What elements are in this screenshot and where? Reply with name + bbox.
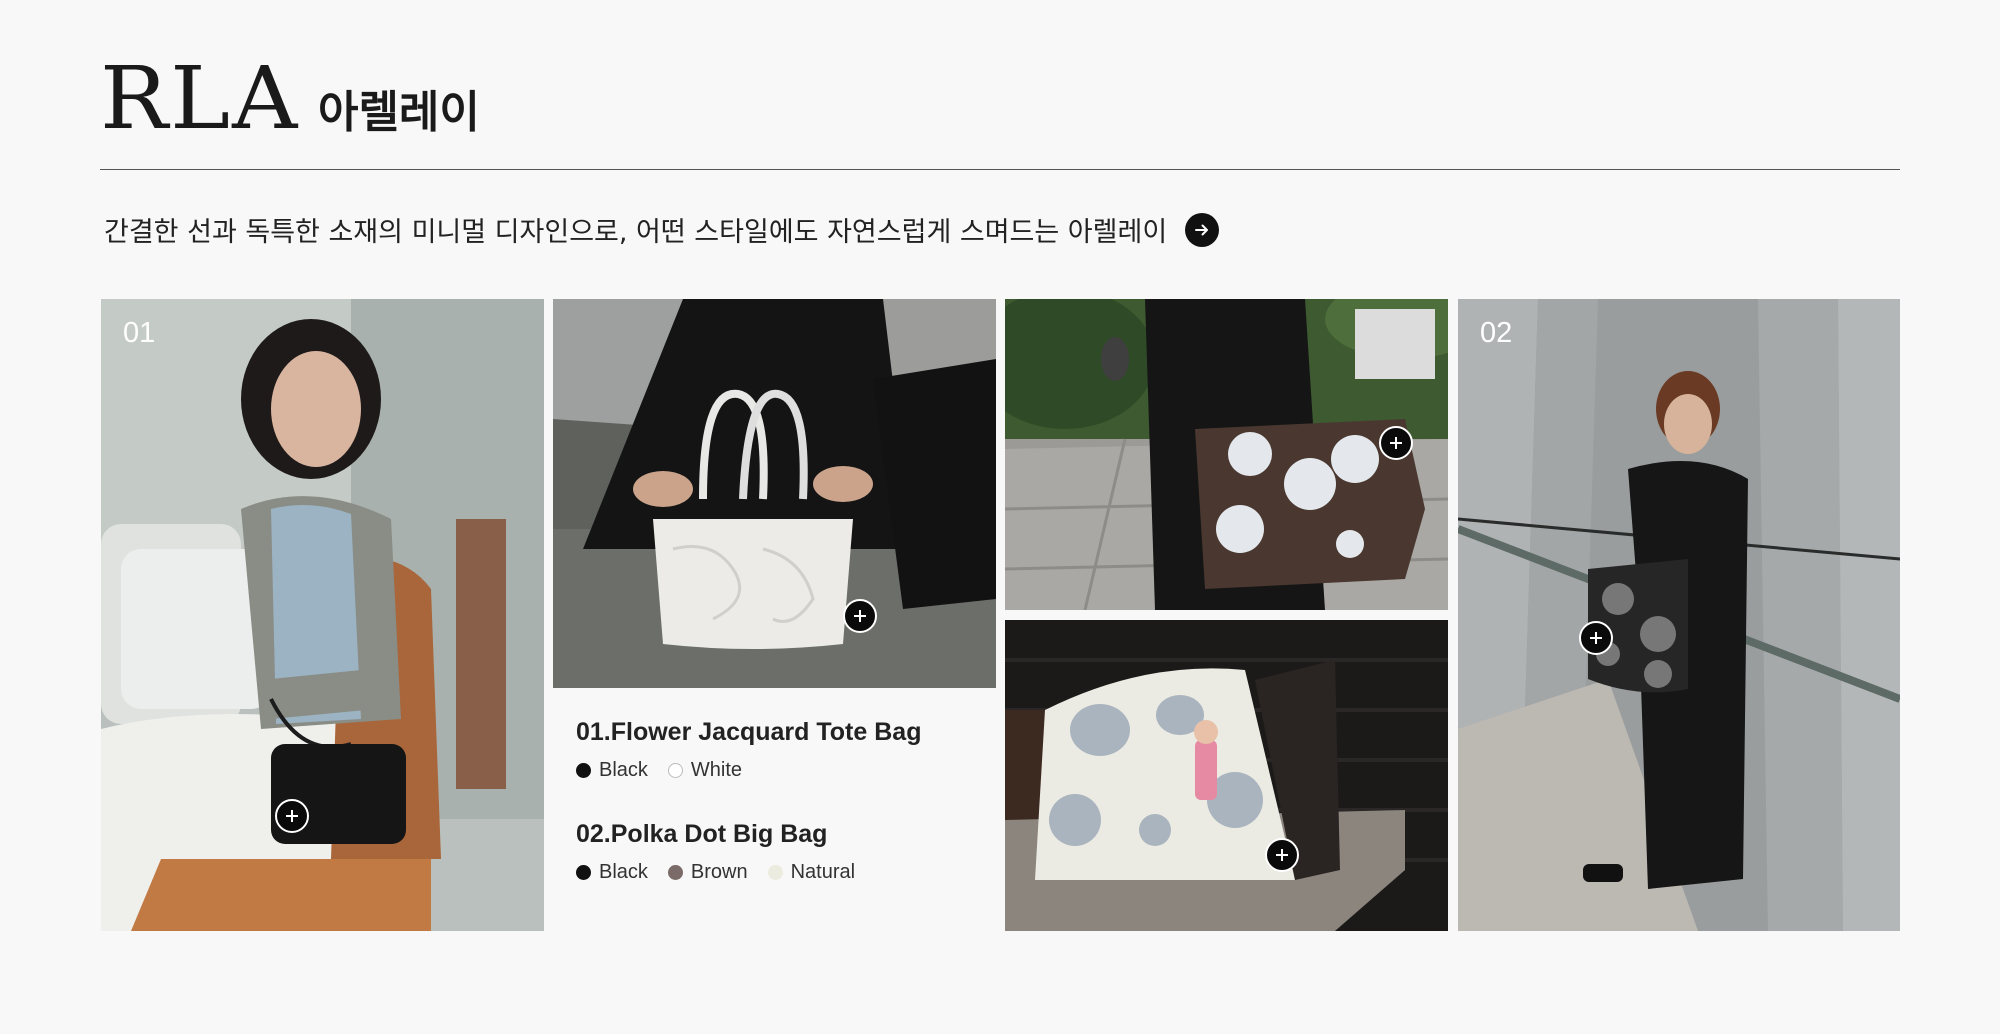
brand-header: RLA 아렐레이 [100, 56, 480, 142]
color-swatch [576, 763, 591, 778]
product-item[interactable]: 01.Flower Jacquard Tote Bag Black White [576, 718, 976, 782]
lookbook-photo-2[interactable] [553, 299, 996, 688]
product-title[interactable]: 01.Flower Jacquard Tote Bag [576, 718, 976, 747]
color-options: Black White [576, 759, 976, 782]
color-option-black[interactable]: Black [576, 759, 648, 782]
plus-icon [1590, 632, 1602, 644]
header-divider [100, 169, 1900, 170]
arrow-right-icon [1195, 224, 1209, 235]
color-label: Natural [790, 861, 856, 883]
color-option-black[interactable]: Black [576, 861, 648, 884]
brand-name: 아렐레이 [317, 87, 480, 138]
color-label: Black [599, 759, 648, 781]
color-label: Brown [690, 861, 748, 883]
photo-natural-polka-bag [1005, 620, 1448, 931]
photo-brown-polka-bag [1005, 299, 1448, 610]
lookbook-photo-4[interactable] [1005, 620, 1448, 931]
product-title[interactable]: 02.Polka Dot Big Bag [576, 820, 976, 849]
tagline-row: 간결한 선과 독특한 소재의 미니멀 디자인으로, 어떤 스타일에도 자연스럽게… [104, 210, 1220, 249]
photo-white-tote [553, 299, 996, 688]
product-hotspot-button[interactable] [1379, 426, 1413, 460]
color-option-white[interactable]: White [667, 759, 743, 782]
plus-icon [854, 610, 866, 622]
product-hotspot-button[interactable] [1265, 838, 1299, 872]
color-label: White [690, 759, 743, 781]
brand-logo[interactable]: RLA [100, 56, 299, 142]
product-list: 01.Flower Jacquard Tote Bag Black White … [576, 718, 976, 922]
lookbook-photo-1[interactable]: 01 [101, 299, 544, 931]
lookbook-photo-5[interactable]: 02 [1458, 299, 1900, 931]
plus-icon [1276, 849, 1288, 861]
lookbook-photo-3[interactable] [1005, 299, 1448, 610]
color-option-brown[interactable]: Brown [667, 861, 748, 884]
color-swatch [767, 865, 783, 880]
panel-number: 01 [123, 317, 156, 349]
view-more-button[interactable] [1185, 212, 1220, 247]
product-item[interactable]: 02.Polka Dot Big Bag Black Brown Natural [576, 820, 976, 884]
photo-woman-standing [1458, 299, 1900, 931]
plus-icon [286, 810, 298, 822]
color-options: Black Brown Natural [576, 861, 976, 884]
product-hotspot-button[interactable] [275, 799, 309, 833]
color-swatch [667, 865, 683, 880]
color-swatch [667, 763, 683, 778]
tagline-text: 간결한 선과 독특한 소재의 미니멀 디자인으로, 어떤 스타일에도 자연스럽게… [104, 217, 1168, 248]
product-hotspot-button[interactable] [843, 599, 877, 633]
panel-number: 02 [1480, 317, 1513, 349]
product-hotspot-button[interactable] [1579, 621, 1613, 655]
color-label: Black [599, 861, 648, 883]
color-option-natural[interactable]: Natural [767, 861, 856, 884]
photo-woman-seated [101, 299, 544, 931]
color-swatch [576, 865, 591, 880]
plus-icon [1390, 437, 1402, 449]
